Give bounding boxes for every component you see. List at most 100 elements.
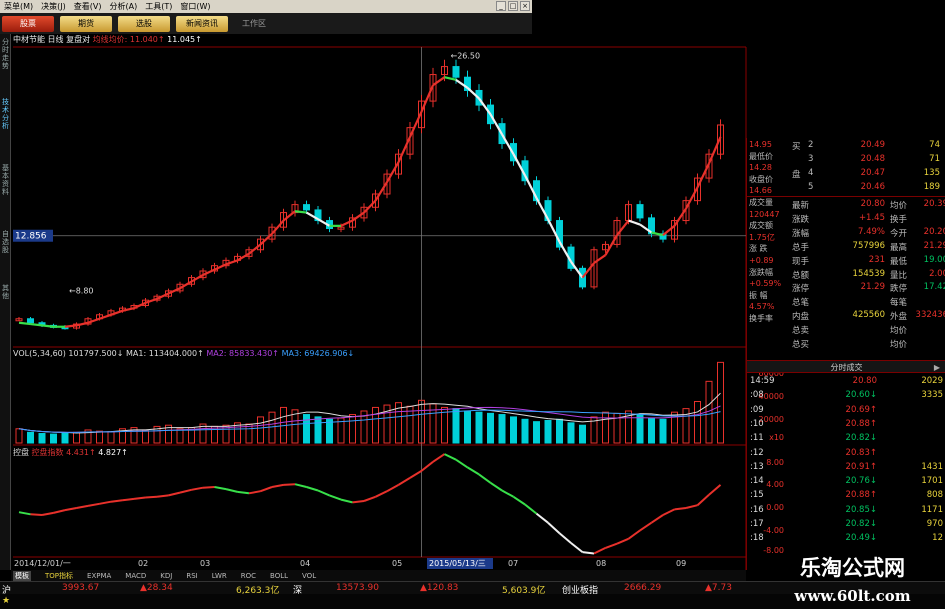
- indicator-line-segment: [260, 486, 273, 493]
- indicator-tab-strip: 模板 TOP指标 EXPMA MACD KDJ RSI LWR ROC BOLL…: [11, 570, 746, 581]
- tick-cell: 970: [926, 519, 943, 529]
- indicator-name: 控盘: [13, 448, 29, 457]
- quote-cell: 20.20: [923, 226, 945, 237]
- history-value: +0.59%: [749, 279, 782, 289]
- volume-bar: [602, 411, 609, 444]
- ma-line-segment: [145, 297, 158, 304]
- indicator-line-segment: [179, 488, 192, 494]
- history-value: 最低价: [749, 151, 773, 161]
- date-axis-label: 09: [676, 559, 686, 568]
- candle-body: [636, 204, 644, 219]
- tick-cell: :12: [750, 447, 764, 458]
- tab-macd[interactable]: MACD: [125, 572, 146, 580]
- volume-bar: [510, 416, 517, 444]
- volume-bar: [579, 424, 586, 444]
- indicator-line-segment: [133, 496, 146, 500]
- tick-cell: :15: [750, 490, 764, 501]
- ma-line-segment: [294, 210, 307, 214]
- ma-line-segment: [179, 280, 193, 290]
- quote-cell: 20.47: [860, 168, 885, 178]
- quote-cell: 最高: [890, 242, 908, 253]
- tab-template[interactable]: 模板: [13, 570, 31, 581]
- indicator-line-segment: [317, 489, 330, 497]
- ma-line-segment: [593, 254, 607, 264]
- ma-line-segment: [628, 219, 641, 226]
- volume-bar: [27, 431, 34, 444]
- history-value: 14.28: [749, 163, 772, 173]
- indicator-line-segment: [627, 529, 641, 540]
- quote-cell: 量比: [890, 270, 908, 281]
- ma-line-segment: [386, 161, 400, 183]
- ma-line-segment: [432, 76, 446, 87]
- tick-cell: 20.80: [852, 376, 877, 386]
- date-axis-label: 04: [300, 559, 310, 568]
- indicator-line-segment: [76, 504, 89, 509]
- history-value: 14.95: [749, 140, 772, 149]
- ma-line-segment: [76, 321, 89, 327]
- indicator-line-segment: [191, 486, 204, 491]
- volume-ma2: MA2: 85833.430↑: [206, 349, 280, 358]
- date-cursor-label: 2015/05/13/三: [429, 559, 486, 568]
- indicator-line-segment: [674, 507, 687, 511]
- volume-bar: [50, 433, 57, 444]
- indicator-line-segment: [225, 488, 238, 493]
- volume-bar: [349, 414, 356, 444]
- quote-cell: 总卖: [792, 326, 810, 337]
- history-value: +0.89: [749, 256, 774, 265]
- indicator-line-segment: [168, 491, 181, 497]
- tab-vol[interactable]: VOL: [302, 572, 316, 580]
- tab-rsi[interactable]: RSI: [186, 572, 197, 580]
- indicator-line-segment: [420, 461, 434, 472]
- expand-icon[interactable]: ▶: [934, 361, 940, 374]
- quote-cell: 内盘: [792, 312, 810, 323]
- tab-roc[interactable]: ROC: [241, 572, 256, 580]
- chinext-change: ▲7.73: [705, 583, 732, 593]
- tick-cell: 808: [926, 490, 943, 501]
- ma-line-segment: [604, 234, 618, 256]
- indicator-line-segment: [64, 507, 77, 512]
- tick-row: :08 20.60↓ 3335: [747, 388, 945, 402]
- volume-bar: [107, 431, 115, 444]
- quote-cell: 盘: [792, 170, 801, 180]
- star-icon[interactable]: ★: [2, 596, 10, 606]
- indicator-line-segment: [432, 453, 446, 463]
- indicator-line-segment: [329, 494, 342, 501]
- tick-row: :18 20.49↓ 12: [747, 531, 945, 545]
- indicator-line-segment: [501, 489, 514, 498]
- sz-index-value: 13573.90: [336, 583, 379, 593]
- ma-line-segment: [374, 181, 388, 202]
- indicator-value-1: 4.431↑: [66, 448, 96, 457]
- ma-line-segment: [236, 252, 250, 262]
- volume-bar: [406, 405, 414, 444]
- tick-cell: 12: [932, 533, 943, 544]
- indicator-line-segment: [535, 512, 549, 524]
- quote-cell: 买: [792, 142, 801, 152]
- tab-lwr[interactable]: LWR: [212, 572, 227, 580]
- indicator-line-segment: [386, 484, 399, 493]
- history-value: 涨跌幅: [749, 267, 773, 277]
- tick-row: :12 20.83↑: [747, 446, 945, 460]
- tab-expma[interactable]: EXPMA: [87, 572, 111, 580]
- quote-cell: +1.45: [858, 212, 885, 223]
- tab-kdj[interactable]: KDJ: [160, 572, 172, 580]
- tick-panel-header[interactable]: 分时成交 ▶: [747, 360, 945, 373]
- tick-cell: 20.83↑: [845, 447, 877, 458]
- tab-top-indicator[interactable]: TOP指标: [45, 571, 73, 581]
- volume-bar: [533, 421, 540, 444]
- ma-line-segment: [420, 84, 435, 113]
- tab-boll[interactable]: BOLL: [270, 572, 288, 580]
- quote-cell: 20.46: [860, 182, 885, 192]
- sz-index-change: ▲120.83: [420, 583, 459, 593]
- tick-cell: 20.88↑: [845, 490, 877, 501]
- indicator-line-segment: [444, 453, 457, 461]
- indicator-line-segment: [363, 495, 376, 502]
- tick-cell: :08: [750, 390, 764, 401]
- quote-cell: 3: [808, 154, 814, 164]
- indicator-line-segment: [30, 513, 43, 516]
- watermark-title: 乐淘公式网: [800, 556, 905, 580]
- indicator-line-segment: [294, 483, 307, 488]
- indicator-line-segment: [283, 483, 296, 486]
- ma-line-segment: [673, 207, 687, 227]
- candle-body: [27, 318, 34, 324]
- indicator-line-segment: [708, 484, 722, 496]
